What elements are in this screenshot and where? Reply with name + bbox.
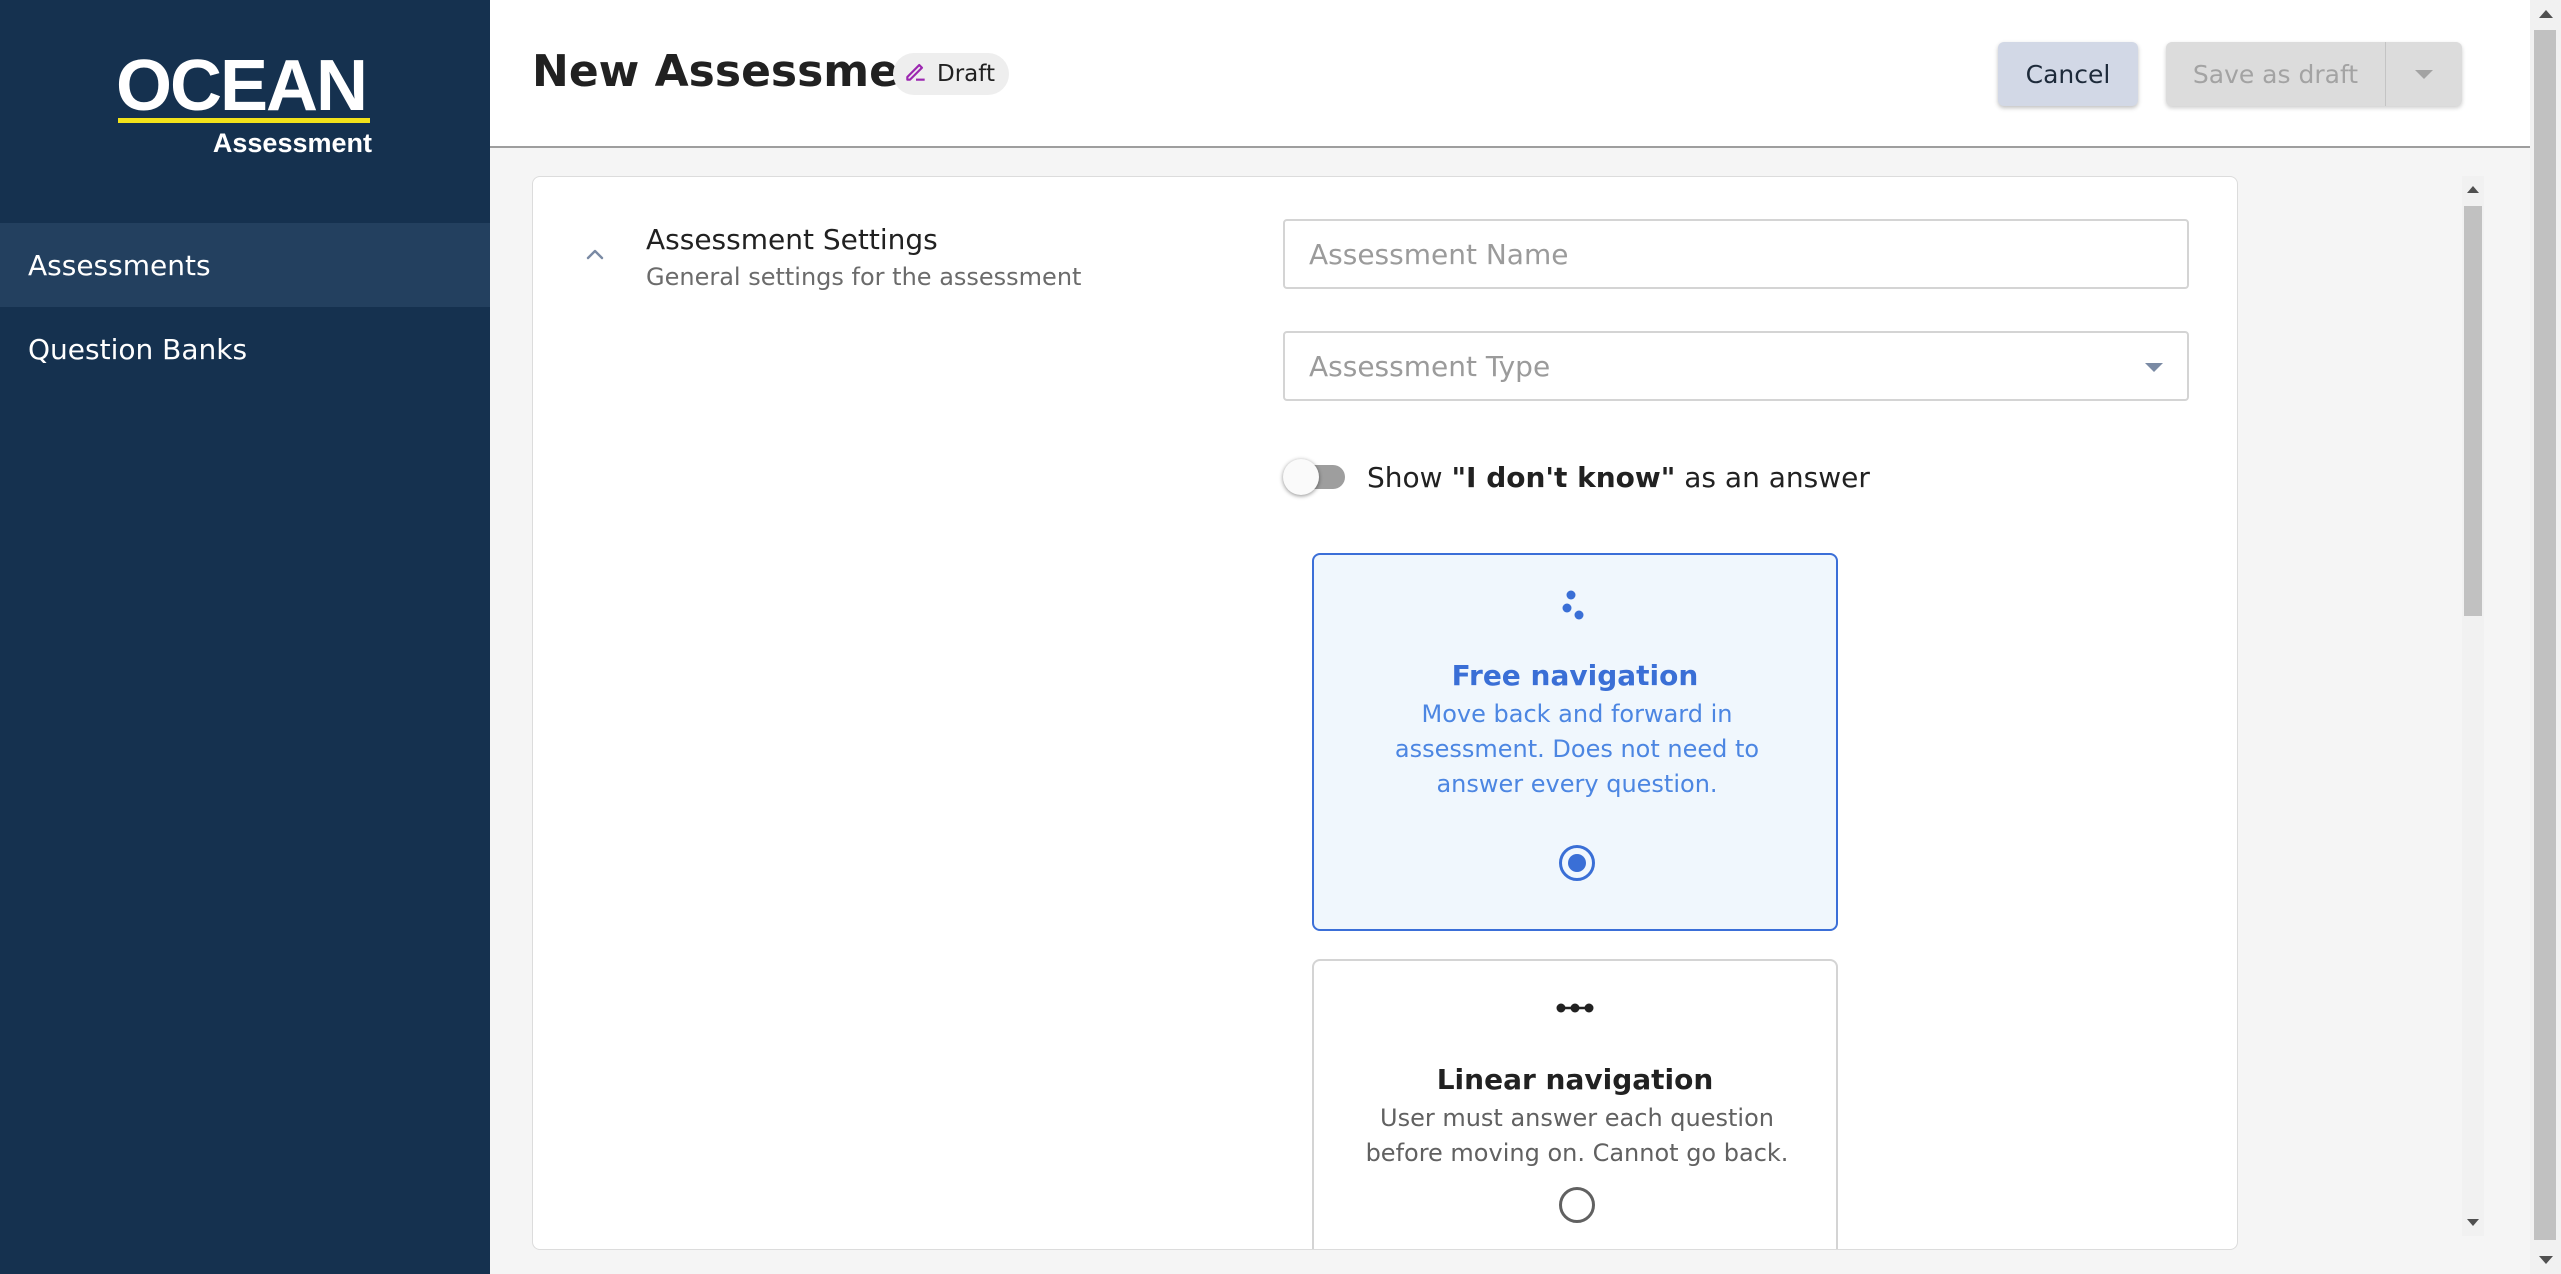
content-scrollbar[interactable] <box>2462 176 2484 1236</box>
chevron-up-icon[interactable] <box>581 241 609 269</box>
free-navigation-radio[interactable] <box>1559 845 1595 881</box>
save-button-group: Save as draft <box>2166 42 2462 106</box>
sidebar-item-assessments[interactable]: Assessments <box>0 223 490 307</box>
option-description: User must answer each question before mo… <box>1365 1104 1789 1167</box>
idk-toggle-label: Show "I don't know" as an answer <box>1367 461 1870 494</box>
toggle-knob <box>1283 459 1319 495</box>
toggle-label-prefix: Show <box>1367 460 1452 494</box>
logo-wordmark: OCEAN <box>116 46 368 126</box>
idk-toggle-row: Show "I don't know" as an answer <box>1283 457 1870 497</box>
assessment-type-select[interactable]: Assessment Type <box>1283 331 2189 401</box>
option-title: Linear navigation <box>1436 1063 1714 1096</box>
scatter-dots-icon <box>1314 587 1836 623</box>
save-as-draft-button[interactable]: Save as draft <box>2166 42 2386 106</box>
window-scrollbar-thumb[interactable] <box>2534 30 2556 1240</box>
section-title: Assessment Settings <box>646 223 938 256</box>
logo-subtitle: Assessment <box>212 128 372 158</box>
status-badge-label: Draft <box>937 61 995 87</box>
assessment-name-input[interactable] <box>1309 237 2187 271</box>
cancel-button[interactable]: Cancel <box>1998 42 2138 106</box>
save-options-button[interactable] <box>2386 42 2462 106</box>
idk-toggle[interactable] <box>1283 457 1347 497</box>
linear-navigation-option[interactable]: Linear navigation User must answer each … <box>1312 959 1838 1249</box>
scroll-up-arrow-icon[interactable] <box>2539 10 2553 18</box>
page-header: New Assessment Draft Cancel Save as draf… <box>490 0 2530 148</box>
scroll-up-arrow-icon[interactable] <box>2467 186 2479 193</box>
main-content: Assessment Settings General settings for… <box>490 150 2530 1274</box>
section-subtitle: General settings for the assessment <box>646 263 1082 291</box>
sidebar-item-label: Question Banks <box>28 332 248 366</box>
sidebar-item-question-banks[interactable]: Question Banks <box>0 307 490 391</box>
scroll-down-arrow-icon[interactable] <box>2467 1219 2479 1226</box>
ocean-logo[interactable]: OCEAN Assessment <box>116 46 372 162</box>
pencil-edit-icon <box>903 58 929 90</box>
assessment-settings-card: Assessment Settings General settings for… <box>532 176 2238 1250</box>
linear-dots-icon <box>1314 1001 1836 1015</box>
option-title: Free navigation <box>1451 659 1699 692</box>
toggle-label-emphasis: "I don't know" <box>1451 460 1676 494</box>
logo-underline <box>118 118 370 123</box>
free-navigation-option[interactable]: Free navigation Move back and forward in… <box>1312 553 1838 931</box>
toggle-label-suffix: as an answer <box>1675 460 1870 494</box>
option-description: Move back and forward in assessment. Doe… <box>1394 700 1760 798</box>
page-title: New Assessment <box>532 46 952 97</box>
sidebar-item-label: Assessments <box>28 248 211 282</box>
status-badge: Draft <box>893 53 1009 95</box>
assessment-name-field[interactable] <box>1283 219 2189 289</box>
assessment-type-placeholder: Assessment Type <box>1309 349 1551 383</box>
linear-navigation-radio[interactable] <box>1559 1187 1595 1223</box>
caret-down-icon <box>2415 69 2433 79</box>
sidebar-nav: Assessments Question Banks <box>0 223 490 391</box>
scroll-down-arrow-icon[interactable] <box>2539 1256 2553 1264</box>
sidebar: OCEAN Assessment Assessments Question Ba… <box>0 0 490 1274</box>
window-scrollbar[interactable] <box>2530 0 2561 1274</box>
dropdown-caret-icon <box>2145 363 2163 372</box>
content-scrollbar-thumb[interactable] <box>2464 206 2482 616</box>
